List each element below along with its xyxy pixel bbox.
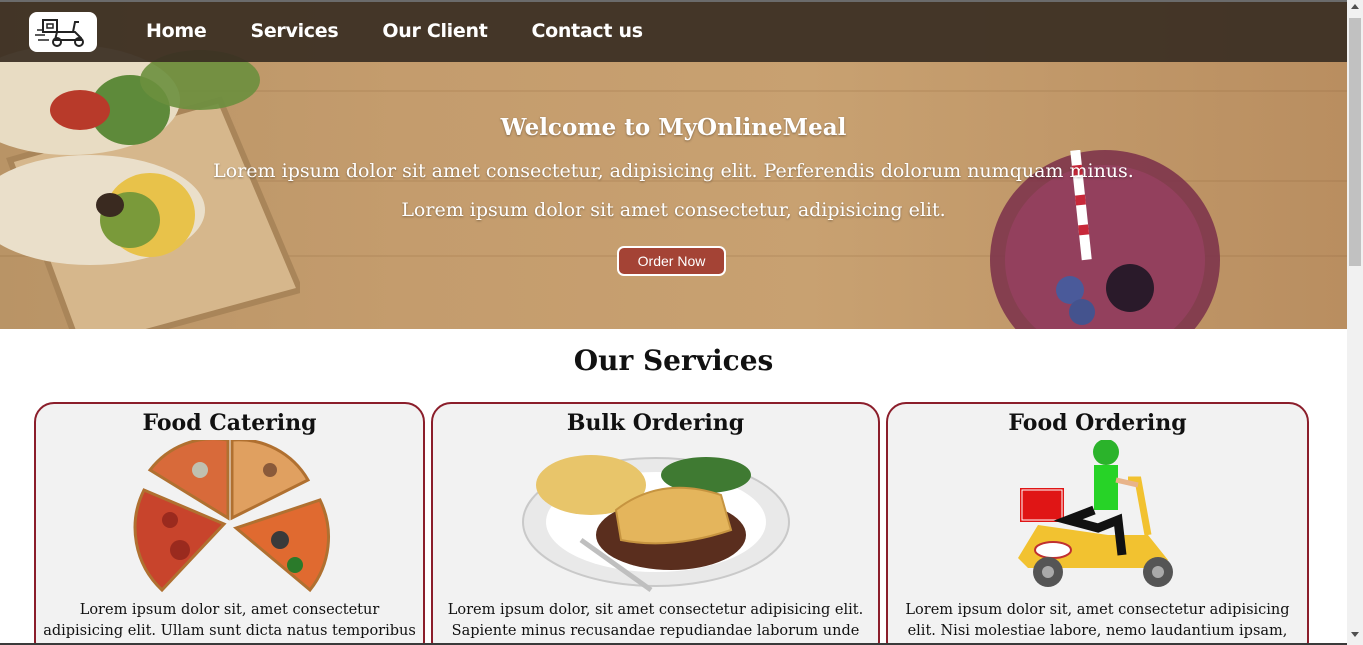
service-card-food-ordering: Food Ordering Lorem ipsum dolor sit, ame… [886, 402, 1309, 645]
service-card-title: Food Catering [142, 410, 317, 436]
hero-title: Welcome to MyOnlineMeal [500, 114, 847, 141]
service-card-bulk-ordering: Bulk Ordering Lorem ipsum dolor, sit ame… [431, 402, 880, 645]
services-heading: Our Services [573, 344, 774, 377]
hero-subtitle-line-2: Lorem ipsum dolor sit amet consectetur, … [401, 199, 946, 221]
service-card-description: Lorem ipsum dolor sit, amet consectetur … [905, 602, 1290, 645]
service-card-description: Lorem ipsum dolor, sit amet consectetur … [447, 602, 864, 639]
order-now-button[interactable]: Order Now [617, 246, 726, 276]
delivery-rider-scooter-image [1017, 440, 1173, 587]
delivery-scooter-logo-icon[interactable] [29, 12, 97, 52]
service-card-food-catering: Food Catering Lorem ipsum dolor sit, ame… [34, 402, 425, 645]
pie-and-potatoes-plate-image [521, 455, 790, 593]
hero-subtitle-line-1: Lorem ipsum dolor sit amet consectetur, … [213, 160, 1134, 182]
service-card-title: Food Ordering [1008, 410, 1187, 436]
nav-services-link[interactable]: Services [250, 20, 338, 42]
nav-links: Home Services Our Client Contact us [146, 20, 687, 42]
scrollbar-thumb[interactable] [1349, 18, 1361, 266]
page-scrollbar[interactable] [1347, 0, 1363, 645]
service-card-title: Bulk Ordering [566, 410, 745, 436]
wraps-food-image [0, 45, 300, 329]
navbar: Home Services Our Client Contact us [0, 0, 1347, 62]
scroll-down-arrow-icon[interactable] [1351, 632, 1359, 637]
nav-contact-us-link[interactable]: Contact us [532, 20, 644, 42]
service-card-description: Lorem ipsum dolor sit, amet consectetur … [43, 602, 416, 645]
nav-home-link[interactable]: Home [146, 20, 207, 42]
pizza-slices-image [133, 440, 330, 593]
nav-our-client-link[interactable]: Our Client [382, 20, 487, 42]
scroll-up-arrow-icon[interactable] [1351, 4, 1359, 9]
